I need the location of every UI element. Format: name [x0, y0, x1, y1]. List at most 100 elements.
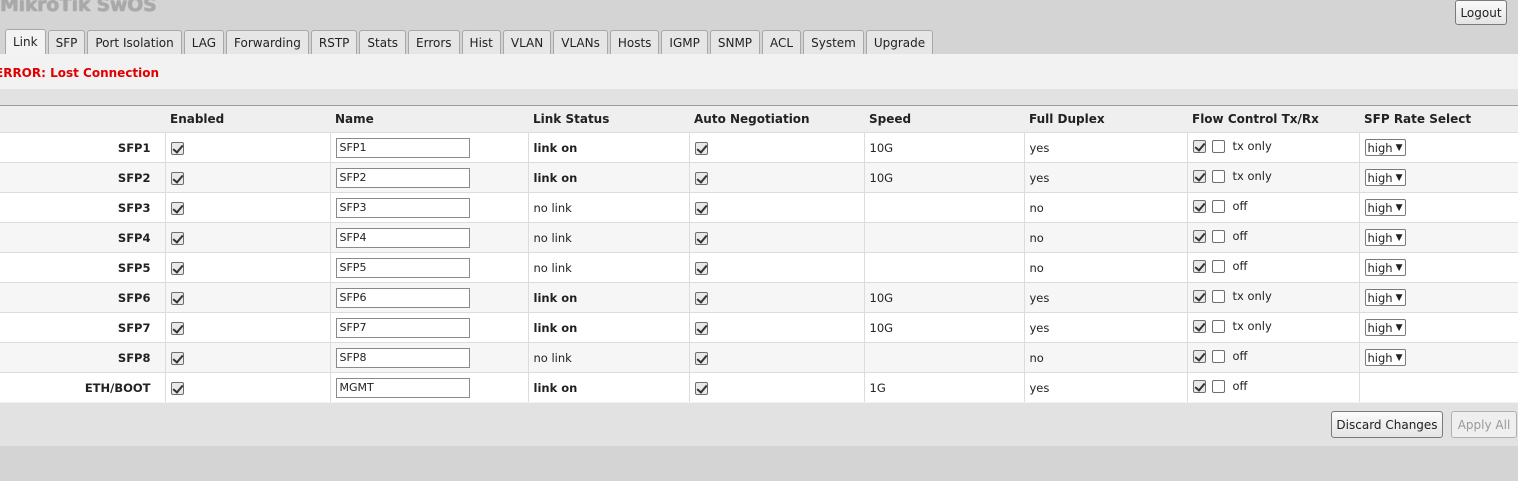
flow-control-group: off	[1192, 199, 1248, 214]
flow-control-tx-checkbox[interactable]	[1192, 379, 1206, 393]
enabled-checkbox[interactable]	[170, 291, 184, 305]
name-cell	[330, 132, 529, 163]
port-name-input[interactable]	[335, 257, 470, 278]
auto-negotiation-checkbox[interactable]	[694, 381, 708, 395]
tab-igmp[interactable]: IGMP	[661, 30, 708, 54]
flow-control-rx-checkbox[interactable]	[1211, 349, 1225, 363]
discard-changes-button[interactable]: Discard Changes	[1331, 411, 1443, 438]
enabled-checkbox[interactable]	[170, 231, 184, 245]
flow-control-rx-checkbox[interactable]	[1211, 289, 1225, 303]
auto-negotiation-checkbox[interactable]	[694, 351, 708, 365]
port-name-input[interactable]	[335, 377, 470, 398]
flow-control-label: off	[1232, 379, 1248, 394]
enabled-checkbox[interactable]	[170, 201, 184, 215]
enabled-checkbox[interactable]	[170, 171, 184, 185]
full-duplex: no	[1024, 222, 1188, 253]
page: MikroTik SwOS Logout Link SFP Port Isolati…	[0, 0, 1518, 481]
flow-control-tx-checkbox[interactable]	[1192, 259, 1206, 273]
name-cell	[330, 342, 529, 373]
flow-control-tx-checkbox[interactable]	[1192, 319, 1206, 333]
sfp-rate-select[interactable]: high ▼	[1364, 169, 1406, 186]
flow-control-tx-checkbox[interactable]	[1192, 349, 1206, 363]
enabled-cell	[165, 252, 331, 283]
table-row: SFP6 link on 10Gyes tx only high▼	[0, 282, 1518, 313]
auto-negotiation-checkbox[interactable]	[694, 231, 708, 245]
port-label: SFP6	[0, 282, 166, 313]
port-name-input[interactable]	[335, 197, 470, 218]
tab-hist[interactable]: Hist	[461, 30, 501, 54]
tab-link[interactable]: Link	[5, 29, 46, 54]
tab-system[interactable]: System	[803, 30, 864, 54]
auto-negotiation-checkbox[interactable]	[694, 321, 708, 335]
sfp-rate-select[interactable]: high ▼	[1364, 139, 1406, 156]
sfp-rate-select[interactable]: high ▼	[1364, 319, 1406, 336]
flow-control-label: off	[1232, 199, 1248, 214]
flow-control-rx-checkbox[interactable]	[1211, 229, 1225, 243]
tab-port-isolation[interactable]: Port Isolation	[87, 30, 182, 54]
sfp-rate-select-value: high	[1367, 320, 1393, 335]
auto-negotiation-checkbox[interactable]	[694, 261, 708, 275]
speed	[864, 222, 1025, 253]
full-duplex: yes	[1024, 312, 1188, 343]
tab-vlan[interactable]: VLAN	[502, 30, 552, 54]
tab-acl[interactable]: ACL	[762, 30, 802, 54]
flow-control-group: off	[1192, 229, 1247, 243]
port-name-input[interactable]	[335, 227, 470, 248]
full-duplex: yes	[1024, 282, 1188, 313]
enabled-checkbox[interactable]	[170, 261, 184, 275]
tab-sfp[interactable]: SFP	[47, 30, 86, 54]
flow-control-tx-checkbox[interactable]	[1192, 139, 1206, 153]
sfp-rate-select[interactable]: high ▼	[1364, 199, 1406, 216]
port-name-input[interactable]	[335, 137, 470, 158]
sfp-rate-select[interactable]: high ▼	[1364, 289, 1406, 306]
tab-snmp[interactable]: SNMP	[709, 30, 761, 54]
auto-negotiation-cell	[689, 252, 865, 283]
sfp-rate-select[interactable]: high ▼	[1364, 229, 1406, 246]
table-row: SFP5 no link no off high▼	[0, 252, 1518, 283]
flow-control-tx-checkbox[interactable]	[1192, 199, 1206, 213]
chevron-down-icon: ▼	[1395, 292, 1403, 303]
flow-control-rx-checkbox[interactable]	[1211, 379, 1225, 393]
tab-stats[interactable]: Stats	[359, 30, 407, 54]
auto-negotiation-checkbox[interactable]	[694, 201, 708, 215]
auto-negotiation-checkbox[interactable]	[694, 291, 708, 305]
flow-control-label: tx only	[1232, 289, 1272, 304]
tab-errors[interactable]: Errors	[408, 30, 460, 54]
auto-negotiation-checkbox[interactable]	[694, 141, 708, 155]
enabled-checkbox[interactable]	[170, 321, 184, 335]
sfp-rate-select[interactable]: high ▼	[1364, 349, 1406, 366]
flow-control-tx-checkbox[interactable]	[1192, 229, 1206, 243]
flow-control-label: tx only	[1232, 139, 1272, 154]
tab-upgrade[interactable]: Upgrade	[865, 30, 934, 54]
logout-button[interactable]: Logout	[1455, 0, 1507, 25]
flow-control-rx-checkbox[interactable]	[1211, 319, 1225, 333]
tab-vlans[interactable]: VLANs	[553, 30, 608, 54]
flow-control-rx-checkbox[interactable]	[1211, 139, 1225, 153]
flow-control-rx-checkbox[interactable]	[1211, 199, 1225, 213]
port-name-input[interactable]	[335, 287, 470, 308]
enabled-checkbox[interactable]	[170, 141, 184, 155]
flow-control-tx-checkbox[interactable]	[1192, 289, 1206, 303]
flow-control-label: off	[1232, 349, 1248, 364]
port-name-input[interactable]	[335, 167, 470, 188]
auto-negotiation-checkbox[interactable]	[694, 171, 708, 185]
footer-band	[0, 403, 1518, 446]
flow-control-tx-checkbox[interactable]	[1192, 169, 1206, 183]
port-name-input[interactable]	[335, 347, 470, 368]
tab-hosts[interactable]: Hosts	[609, 30, 660, 54]
table-row: SFP2 link on 10Gyes tx only high▼	[0, 162, 1518, 193]
sfp-rate-select-value: high	[1367, 170, 1393, 185]
port-name-input[interactable]	[335, 317, 470, 338]
flow-control-rx-checkbox[interactable]	[1211, 169, 1225, 183]
sfp-rate-select-cell: high ▼	[1359, 342, 1518, 373]
apply-all-button[interactable]: Apply All	[1451, 411, 1517, 438]
enabled-checkbox[interactable]	[170, 381, 184, 395]
link-status: link on	[528, 162, 690, 193]
sfp-rate-select[interactable]: high ▼	[1364, 259, 1406, 276]
enabled-checkbox[interactable]	[170, 351, 184, 365]
tab-rstp[interactable]: RSTP	[310, 30, 358, 54]
enabled-cell	[165, 282, 331, 313]
tab-lag[interactable]: LAG	[183, 30, 225, 54]
flow-control-rx-checkbox[interactable]	[1211, 259, 1225, 273]
tab-forwarding[interactable]: Forwarding	[226, 30, 309, 54]
